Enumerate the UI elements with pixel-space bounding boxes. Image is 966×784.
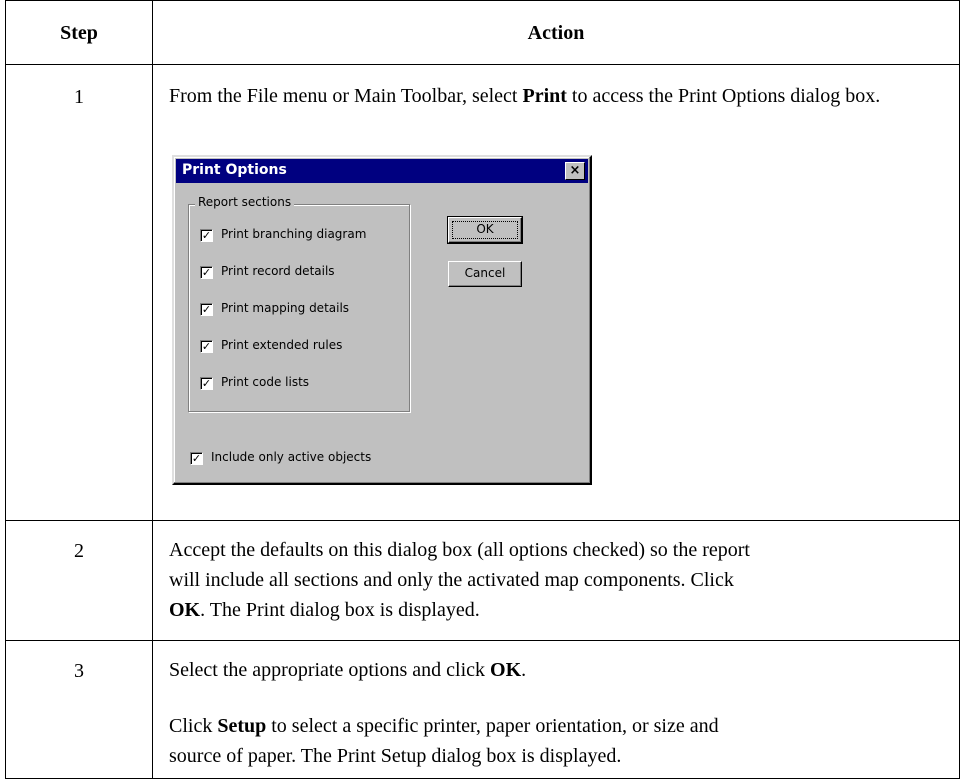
print-options-dialog: Print Options × Report sections ✓ Print … bbox=[172, 155, 592, 485]
step-text: Accept the defaults on this dialog box (… bbox=[169, 539, 750, 621]
check-icon[interactable]: ✓ bbox=[190, 452, 203, 465]
report-sections-group: Report sections ✓ Print branching diagra… bbox=[188, 195, 410, 412]
dialog-titlebar: Print Options × bbox=[176, 159, 588, 183]
steps-table: Step Action 1 From the File menu or Main… bbox=[5, 0, 960, 779]
table-row: 2 Accept the defaults on this dialog box… bbox=[6, 520, 959, 641]
cancel-button[interactable]: Cancel bbox=[448, 261, 522, 287]
table-header: Step Action bbox=[6, 1, 959, 65]
close-icon[interactable]: × bbox=[565, 162, 585, 180]
check-icon[interactable]: ✓ bbox=[200, 303, 213, 316]
header-step: Step bbox=[60, 22, 98, 44]
step-text: Select the appropriate options and click… bbox=[169, 659, 719, 767]
step-number: 1 bbox=[74, 86, 84, 108]
check-icon[interactable]: ✓ bbox=[200, 266, 213, 279]
table-row: 3 Select the appropriate options and cli… bbox=[6, 640, 959, 778]
step-text: From the File menu or Main Toolbar, sele… bbox=[169, 85, 881, 107]
step-number: 2 bbox=[74, 540, 84, 562]
group-label: Report sections bbox=[195, 195, 295, 209]
check-icon[interactable]: ✓ bbox=[200, 340, 213, 353]
step-number: 3 bbox=[74, 660, 84, 682]
table-row: 1 From the File menu or Main Toolbar, se… bbox=[6, 64, 959, 521]
ok-button[interactable]: OK bbox=[447, 216, 523, 244]
check-icon[interactable]: ✓ bbox=[200, 229, 213, 242]
dialog-title: Print Options bbox=[182, 162, 287, 178]
check-icon[interactable]: ✓ bbox=[200, 377, 213, 390]
header-action: Action bbox=[527, 22, 585, 44]
